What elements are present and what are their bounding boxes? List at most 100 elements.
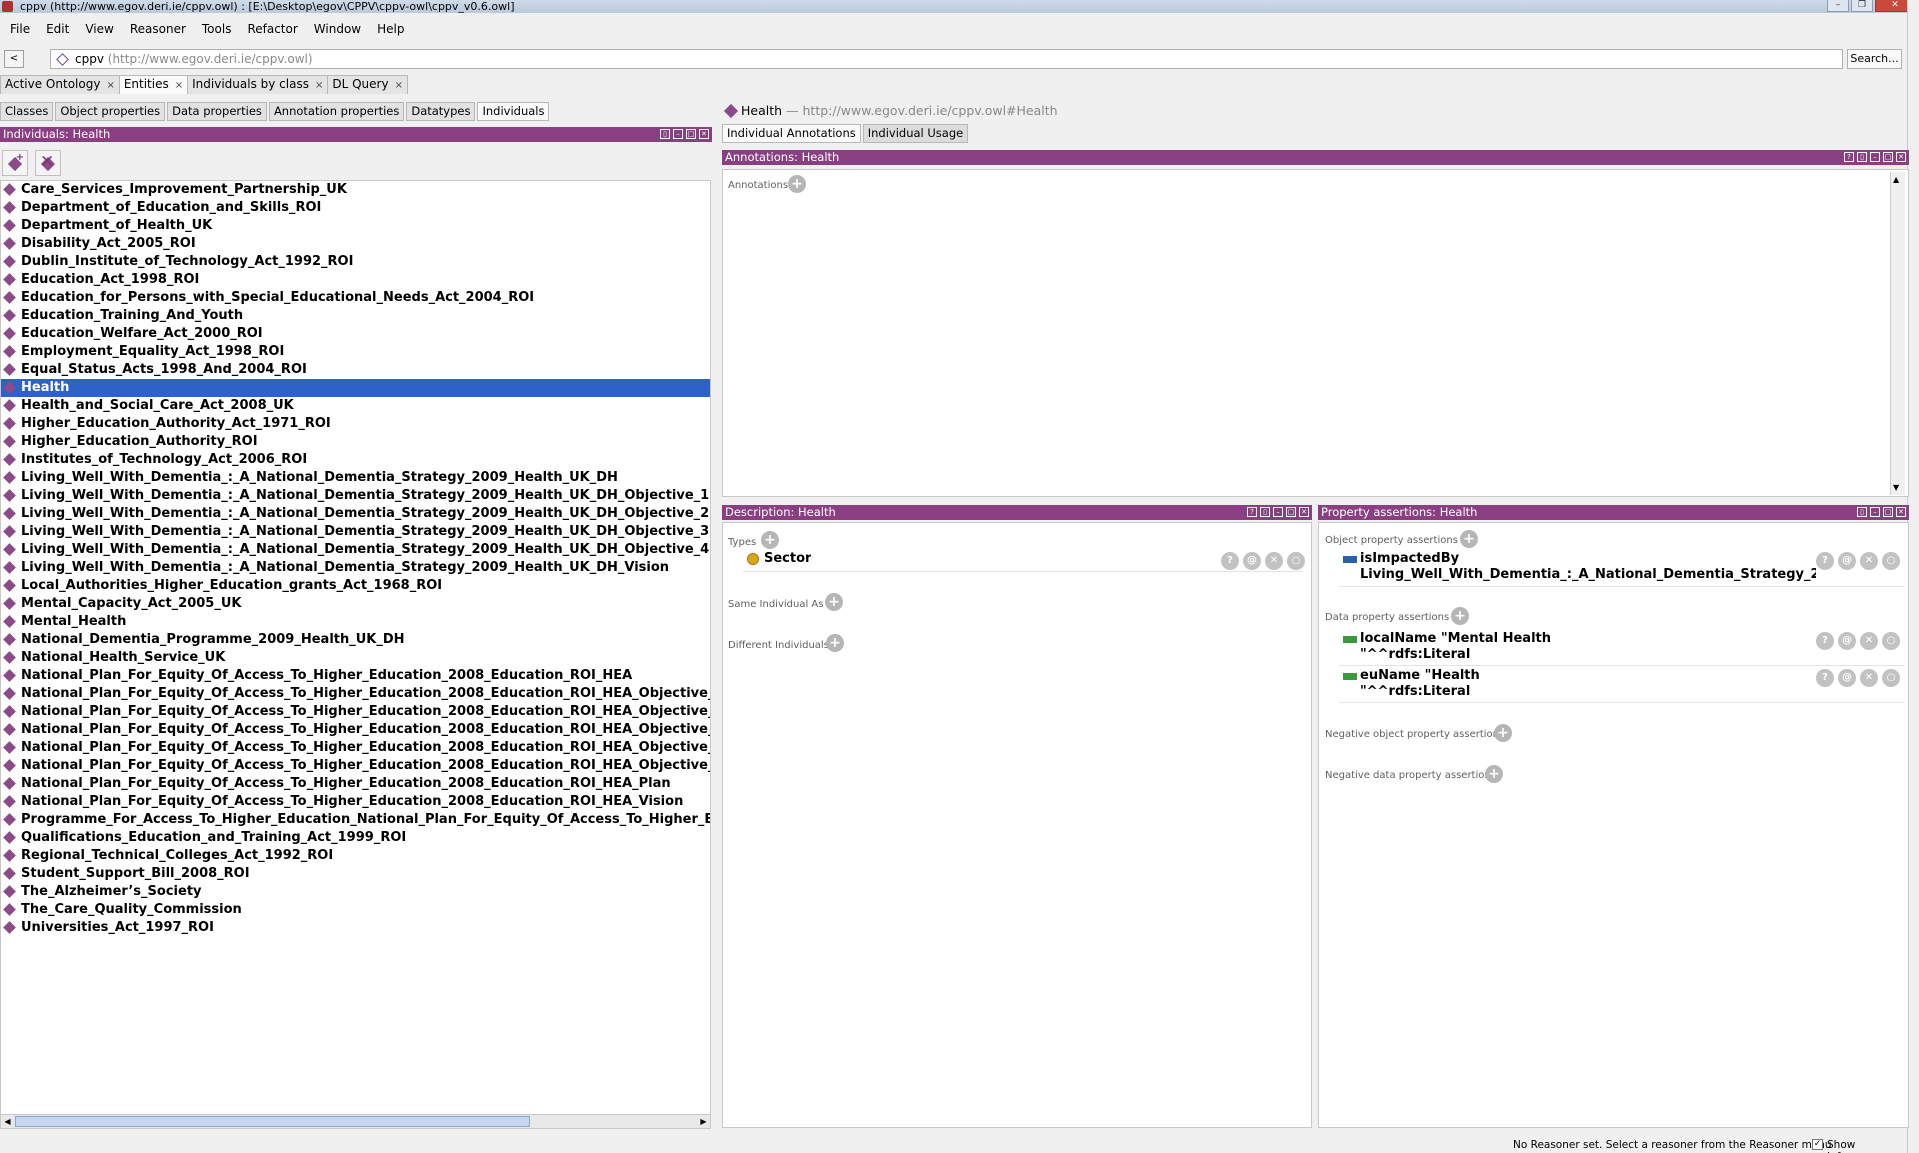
tab-data-properties[interactable]: Data properties [167,102,267,121]
add-negative-data-assertion-button[interactable]: + [1485,765,1503,783]
menu-help[interactable]: Help [369,22,412,36]
explain-icon[interactable]: ? [1816,669,1834,687]
scroll-left-icon[interactable]: ◀ [1,1115,14,1128]
individual-list-item[interactable]: Regional_Technical_Colleges_Act_1992_ROI [1,847,710,865]
tab-individuals[interactable]: Individuals [477,102,550,121]
minimize-view-icon[interactable]: – [1870,507,1880,517]
tab-datatypes[interactable]: Datatypes [406,102,476,121]
menu-view[interactable]: View [77,22,121,36]
annotate-icon[interactable]: @ [1838,669,1856,687]
delete-icon[interactable]: ✕ [1860,552,1878,570]
individual-list-item[interactable]: Living_Well_With_Dementia_:_A_National_D… [1,523,710,541]
menu-refactor[interactable]: Refactor [239,22,305,36]
menu-edit[interactable]: Edit [38,22,77,36]
menu-tools[interactable]: Tools [194,22,240,36]
tab-dl-query[interactable]: DL Query × [327,75,408,94]
individual-list-item[interactable]: Local_Authorities_Higher_Education_grant… [1,577,710,595]
individual-list-item[interactable]: Student_Support_Bill_2008_ROI [1,865,710,883]
close-icon[interactable]: × [106,80,114,91]
individual-list-item[interactable]: Disability_Act_2005_ROI [1,235,710,253]
maximize-view-icon[interactable]: □ [1286,507,1296,517]
split-view-icon[interactable]: ▯ [1857,507,1867,517]
individual-list-item[interactable]: Education_Act_1998_ROI [1,271,710,289]
individual-list-item[interactable]: National_Plan_For_Equity_Of_Access_To_Hi… [1,721,710,739]
tab-object-properties[interactable]: Object properties [55,102,166,121]
individual-list-item[interactable]: Mental_Health [1,613,710,631]
individual-list-item[interactable]: National_Dementia_Programme_2009_Health_… [1,631,710,649]
annotations-vertical-scrollbar[interactable]: ▲ ▼ [1890,172,1905,495]
individual-list-item[interactable]: Health [1,379,710,397]
back-button[interactable]: < [4,50,24,68]
data-assertion-line[interactable]: localName "Mental Health [1360,631,1551,646]
individual-list-item[interactable]: National_Plan_For_Equity_Of_Access_To_Hi… [1,757,710,775]
individual-list-item[interactable]: Living_Well_With_Dementia_:_A_National_D… [1,487,710,505]
individual-list-item[interactable]: Programme_For_Access_To_Higher_Education… [1,811,710,829]
close-icon[interactable]: × [315,80,323,91]
scroll-right-icon[interactable]: ▶ [697,1115,710,1128]
individual-list-item[interactable]: Care_Services_Improvement_Partnership_UK [1,181,710,199]
edit-icon[interactable]: ○ [1882,669,1900,687]
individual-list-item[interactable]: Universities_Act_1997_ROI [1,919,710,937]
edit-icon[interactable]: ○ [1882,552,1900,570]
explain-icon[interactable]: ? [1816,552,1834,570]
tab-individual-annotations[interactable]: Individual Annotations [722,124,861,143]
minimize-view-icon[interactable]: – [1273,507,1283,517]
maximize-button[interactable]: ❐ [1851,0,1873,12]
active-ontology-selector[interactable]: cppv (http://www.egov.deri.ie/cppv.owl) … [50,49,1884,69]
individual-list-item[interactable]: Education_Welfare_Act_2000_ROI [1,325,710,343]
maximize-view-icon[interactable]: □ [1883,152,1893,162]
individuals-horizontal-scrollbar[interactable]: ◀ ▶ [0,1114,711,1129]
individual-list-item[interactable]: Institutes_of_Technology_Act_2006_ROI [1,451,710,469]
delete-icon[interactable]: ✕ [1265,552,1283,570]
tab-entities[interactable]: Entities × [118,75,189,94]
add-annotation-button[interactable]: + [788,175,806,193]
tab-annotation-properties[interactable]: Annotation properties [268,102,405,121]
add-negative-object-assertion-button[interactable]: + [1494,724,1512,742]
individual-list-item[interactable]: Equal_Status_Acts_1998_And_2004_ROI [1,361,710,379]
individual-list-item[interactable]: The_Alzheimer’s_Society [1,883,710,901]
type-sector[interactable]: Sector [764,551,811,566]
menu-window[interactable]: Window [306,22,369,36]
delete-individual-button[interactable]: ✕ [35,150,61,176]
individual-list-item[interactable]: National_Plan_For_Equity_Of_Access_To_Hi… [1,703,710,721]
split-view-icon[interactable]: ▯ [660,129,670,139]
add-same-individual-button[interactable]: + [825,593,843,611]
data-assertion-datatype[interactable]: "^^rdfs:Literal [1360,684,1470,699]
tab-individuals-by-class[interactable]: Individuals by class × [187,75,329,94]
close-view-icon[interactable]: ✕ [1896,152,1906,162]
tab-classes[interactable]: Classes [0,102,54,121]
close-view-icon[interactable]: ✕ [1896,507,1906,517]
menu-reasoner[interactable]: Reasoner [122,22,194,36]
maximize-view-icon[interactable]: □ [686,129,696,139]
annotate-icon[interactable]: @ [1838,552,1856,570]
individual-list-item[interactable]: Living_Well_With_Dementia_:_A_National_D… [1,541,710,559]
show-inferences-checkbox[interactable]: ✓ [1812,1139,1823,1150]
annotate-icon[interactable]: @ [1838,632,1856,650]
individual-list-item[interactable]: Higher_Education_Authority_ROI [1,433,710,451]
split-view-icon[interactable]: ▯ [1260,507,1270,517]
individual-list-item[interactable]: Qualifications_Education_and_Training_Ac… [1,829,710,847]
help-icon[interactable]: ? [1844,152,1854,162]
individual-list-item[interactable]: The_Care_Quality_Commission [1,901,710,919]
individual-list-item[interactable]: Education_Training_And_Youth [1,307,710,325]
add-type-button[interactable]: + [761,531,779,549]
individual-list-item[interactable]: Living_Well_With_Dementia_:_A_National_D… [1,469,710,487]
explain-icon[interactable]: ? [1816,632,1834,650]
individual-list-item[interactable]: National_Plan_For_Equity_Of_Access_To_Hi… [1,739,710,757]
add-object-assertion-button[interactable]: + [1460,530,1478,548]
individual-list-item[interactable]: Health_and_Social_Care_Act_2008_UK [1,397,710,415]
individual-list-item[interactable]: National_Plan_For_Equity_Of_Access_To_Hi… [1,793,710,811]
individual-list-item[interactable]: National_Health_Service_UK [1,649,710,667]
data-assertion-datatype[interactable]: "^^rdfs:Literal [1360,647,1470,662]
help-icon[interactable]: ? [1247,507,1257,517]
edit-icon[interactable]: ○ [1882,632,1900,650]
individual-list-item[interactable]: National_Plan_For_Equity_Of_Access_To_Hi… [1,775,710,793]
individual-list-item[interactable]: Dublin_Institute_of_Technology_Act_1992_… [1,253,710,271]
minimize-view-icon[interactable]: – [673,129,683,139]
close-view-icon[interactable]: ✕ [1299,507,1309,517]
individual-list-item[interactable]: Department_of_Health_UK [1,217,710,235]
scroll-up-icon[interactable]: ▲ [1893,175,1899,184]
individual-list-item[interactable]: Department_of_Education_and_Skills_ROI [1,199,710,217]
menu-file[interactable]: File [2,22,38,36]
individual-list-item[interactable]: Living_Well_With_Dementia_:_A_National_D… [1,559,710,577]
